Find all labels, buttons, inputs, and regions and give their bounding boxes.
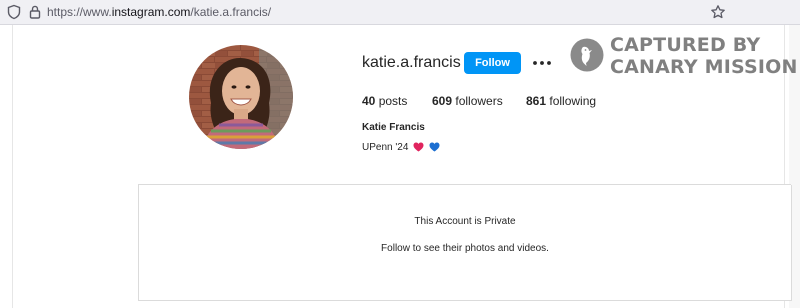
url-prefix: https://www. bbox=[47, 5, 112, 19]
bookmark-star-icon[interactable] bbox=[710, 4, 726, 20]
following-stat[interactable]: 861 following bbox=[526, 93, 596, 109]
posts-stat: 40 posts bbox=[362, 93, 407, 109]
followers-label: followers bbox=[455, 94, 503, 108]
private-account-panel: This Account is Private Follow to see th… bbox=[138, 185, 792, 301]
bio-text: UPenn '24 bbox=[362, 142, 409, 153]
watermark-line2: CANARY MISSION bbox=[610, 56, 798, 78]
browser-url-bar[interactable]: https://www.instagram.com/katie.a.franci… bbox=[0, 0, 800, 25]
more-options-icon[interactable] bbox=[532, 56, 552, 70]
avatar[interactable] bbox=[189, 45, 293, 149]
profile-bio: UPenn '24 bbox=[362, 141, 440, 155]
following-count: 861 bbox=[526, 94, 547, 108]
canary-bird-icon bbox=[570, 38, 604, 72]
private-description: Follow to see their photos and videos. bbox=[381, 243, 549, 254]
follow-button[interactable]: Follow bbox=[464, 52, 521, 74]
followers-count: 609 bbox=[432, 94, 453, 108]
page-border-left bbox=[12, 25, 13, 308]
url-path: /katie.a.francis/ bbox=[190, 5, 272, 19]
following-label: following bbox=[549, 94, 597, 108]
profile-photo bbox=[189, 45, 293, 149]
url-text[interactable]: https://www.instagram.com/katie.a.franci… bbox=[47, 4, 271, 20]
posts-count: 40 bbox=[362, 94, 376, 108]
shield-icon[interactable] bbox=[6, 4, 22, 20]
followers-stat[interactable]: 609 followers bbox=[432, 93, 503, 109]
private-title: This Account is Private bbox=[414, 216, 516, 227]
red-heart-icon bbox=[413, 142, 424, 152]
profile-username: katie.a.francis bbox=[362, 54, 461, 71]
watermark-line1: CAPTURED BY bbox=[610, 34, 761, 56]
url-host: instagram.com bbox=[111, 5, 191, 19]
profile-full-name: Katie Francis bbox=[362, 122, 425, 133]
blue-heart-icon bbox=[429, 142, 440, 152]
lock-icon[interactable] bbox=[27, 4, 43, 20]
posts-label: posts bbox=[378, 94, 408, 108]
watermark-text: CAPTURED BY CANARY MISSION bbox=[610, 34, 798, 78]
